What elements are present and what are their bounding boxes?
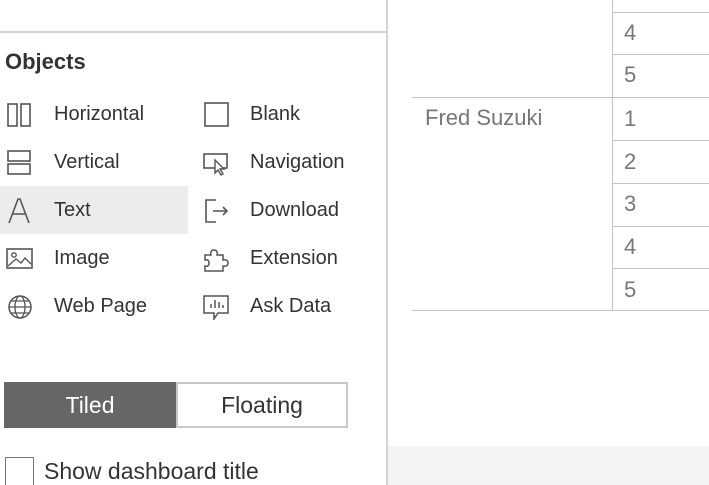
vertical-layout-icon	[6, 150, 34, 176]
table-cell: 4	[624, 20, 637, 45]
object-ask-data[interactable]: Ask Data	[196, 282, 376, 330]
navigation-icon	[202, 150, 230, 176]
show-title-checkbox[interactable]	[5, 456, 34, 485]
dashboard-view	[388, 0, 709, 485]
object-text[interactable]: Text	[0, 186, 188, 234]
floating-button[interactable]: Floating	[176, 382, 348, 428]
table-row-line	[612, 12, 709, 13]
object-label: Ask Data	[250, 295, 332, 317]
object-vertical[interactable]: Vertical	[0, 138, 188, 186]
show-dashboard-title-option[interactable]: Show dashboard title	[5, 456, 259, 485]
table-cell: 2	[624, 149, 637, 174]
table-group-line	[412, 97, 709, 98]
object-horizontal[interactable]: Horizontal	[0, 90, 188, 138]
object-label: Text	[54, 199, 91, 221]
table-row-line	[612, 226, 709, 227]
extension-icon	[202, 246, 230, 272]
object-label: Horizontal	[54, 103, 145, 125]
panel-top-divider	[0, 31, 386, 33]
table-cell: 3	[624, 191, 637, 216]
download-icon	[202, 198, 230, 224]
show-title-label: Show dashboard title	[44, 457, 259, 484]
table-cell: 1	[624, 106, 637, 131]
horizontal-layout-icon	[6, 102, 34, 128]
object-extension[interactable]: Extension	[196, 234, 376, 282]
object-label: Navigation	[250, 151, 345, 173]
text-icon	[6, 198, 34, 224]
table-row-line	[612, 54, 709, 55]
table-cell: 5	[624, 277, 637, 302]
object-image[interactable]: Image	[0, 234, 188, 282]
table-row-line	[612, 140, 709, 141]
object-label: Web Page	[54, 295, 148, 317]
objects-heading: Objects	[5, 49, 86, 74]
object-label: Vertical	[54, 151, 120, 173]
object-web-page[interactable]: Web Page	[0, 282, 188, 330]
table-bottom-line	[412, 310, 709, 311]
view-bottom-area	[388, 446, 709, 485]
table-row-line	[612, 183, 709, 184]
tiled-button[interactable]: Tiled	[4, 382, 176, 428]
object-label: Image	[54, 247, 110, 269]
object-label: Blank	[250, 103, 301, 125]
object-label: Extension	[250, 247, 338, 269]
table-column-divider	[612, 0, 613, 310]
table-cell: 4	[624, 234, 637, 259]
ask-data-icon	[202, 294, 230, 322]
object-navigation[interactable]: Navigation	[196, 138, 376, 186]
table-row-header: Fred Suzuki	[425, 105, 543, 130]
web-page-icon	[6, 294, 34, 320]
object-blank[interactable]: Blank	[196, 90, 376, 138]
blank-icon	[202, 102, 230, 128]
object-download[interactable]: Download	[196, 186, 376, 234]
object-label: Download	[250, 199, 339, 221]
table-row-line	[612, 268, 709, 269]
table-cell: 5	[624, 62, 637, 87]
image-icon	[6, 246, 34, 272]
